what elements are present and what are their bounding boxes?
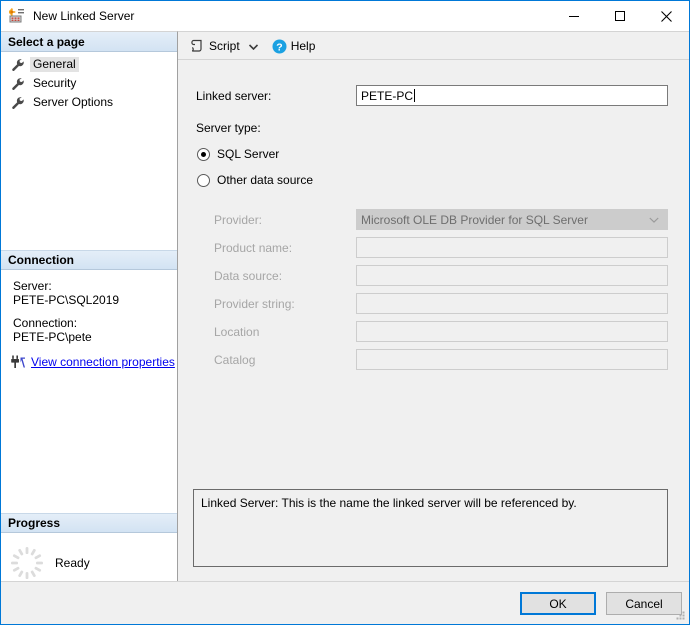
provider-string-input[interactable] [356, 293, 668, 314]
radio-indicator [197, 174, 210, 187]
server-value: PETE-PC\SQL2019 [13, 293, 177, 307]
script-button[interactable]: Script [186, 35, 244, 57]
server-label: Server: [13, 279, 177, 293]
progress-spinner-icon [9, 545, 45, 581]
radio-sql-server[interactable]: SQL Server [197, 145, 279, 163]
help-label: Help [291, 39, 316, 53]
radio-label: SQL Server [217, 147, 279, 161]
provider-value: Microsoft OLE DB Provider for SQL Server [361, 213, 588, 227]
catalog-label-row: Catalog [214, 349, 255, 370]
window-title: New Linked Server [33, 8, 134, 24]
chevron-down-icon [249, 39, 258, 53]
sidebar-item-label: General [30, 57, 79, 72]
text-caret [414, 89, 415, 102]
sidebar-item-label: Server Options [30, 95, 116, 110]
script-icon [190, 39, 204, 53]
product-name-input[interactable] [356, 237, 668, 258]
connection-value: PETE-PC\pete [13, 330, 177, 344]
maximize-button[interactable] [597, 1, 643, 31]
linked-server-icon [9, 8, 25, 24]
data-source-label: Data source: [214, 269, 282, 283]
sidebar-item-label: Security [30, 76, 79, 91]
wrench-icon [11, 77, 25, 91]
sidebar-spacer-top [1, 112, 177, 250]
general-page-form: Linked server: PETE-PC Server type: SQL … [178, 60, 689, 581]
wrench-icon [11, 58, 25, 72]
connection-label: Connection: [13, 316, 177, 330]
new-linked-server-dialog: New Linked Server Select a page [0, 0, 690, 625]
description-text: Linked Server: This is the name the link… [201, 496, 577, 510]
sidebar-spacer-bottom [1, 375, 177, 513]
wrench-icon [11, 96, 25, 110]
progress-header: Progress [1, 513, 177, 533]
provider-label: Provider: [214, 213, 262, 227]
sidebar-item-server-options[interactable]: Server Options [1, 93, 177, 112]
close-button[interactable] [643, 1, 689, 31]
provider-string-label-row: Provider string: [214, 293, 295, 314]
connection-info: Server: PETE-PC\SQL2019 Connection: PETE… [1, 270, 177, 375]
product-name-label-row: Product name: [214, 237, 292, 258]
view-connection-properties-row[interactable]: View connection properties [10, 355, 177, 369]
toolbar: Script ? Help [178, 32, 689, 60]
script-dropdown-button[interactable] [246, 36, 262, 56]
sidebar-item-general[interactable]: General [1, 55, 177, 74]
script-label: Script [209, 39, 240, 53]
chevron-down-icon [649, 210, 659, 229]
dialog-body: Select a page General [1, 31, 689, 581]
linked-server-value: PETE-PC [361, 89, 413, 103]
view-connection-properties-link[interactable]: View connection properties [31, 355, 175, 369]
location-input[interactable] [356, 321, 668, 342]
catalog-label: Catalog [214, 353, 255, 367]
connection-header: Connection [1, 250, 177, 270]
radio-indicator [197, 148, 210, 161]
content-pane: Script ? Help [178, 31, 689, 581]
progress-status: Ready [55, 556, 90, 570]
title-bar: New Linked Server [1, 1, 689, 31]
radio-label: Other data source [217, 173, 313, 187]
minimize-button[interactable] [551, 1, 597, 31]
page-list: General Security S [1, 52, 177, 112]
dialog-footer: OK Cancel [1, 581, 689, 624]
location-label: Location [214, 325, 259, 339]
catalog-input[interactable] [356, 349, 668, 370]
linked-server-label: Linked server: [196, 89, 271, 103]
provider-label-row: Provider: [214, 209, 262, 230]
sidebar-item-security[interactable]: Security [1, 74, 177, 93]
sidebar: Select a page General [1, 31, 178, 581]
server-type-label: Server type: [196, 121, 261, 135]
description-box: Linked Server: This is the name the link… [193, 489, 668, 567]
server-type-label-row: Server type: [196, 117, 261, 138]
help-circle-icon: ? [272, 39, 286, 53]
data-source-input[interactable] [356, 265, 668, 286]
plug-icon [10, 355, 26, 369]
resize-grip[interactable] [675, 610, 686, 621]
linked-server-input[interactable]: PETE-PC [356, 85, 668, 106]
window-controls [551, 1, 689, 31]
progress-info: Ready [1, 533, 177, 581]
location-label-row: Location [214, 321, 259, 342]
cancel-button[interactable]: Cancel [606, 592, 682, 615]
data-source-label-row: Data source: [214, 265, 282, 286]
radio-other-data-source[interactable]: Other data source [197, 171, 313, 189]
connection-info-gap [13, 307, 177, 316]
product-name-label: Product name: [214, 241, 292, 255]
svg-text:?: ? [276, 41, 282, 53]
linked-server-label-row: Linked server: [196, 85, 271, 106]
ok-button[interactable]: OK [520, 592, 596, 615]
help-button[interactable]: ? Help [268, 35, 320, 57]
select-page-header: Select a page [1, 32, 177, 52]
provider-select[interactable]: Microsoft OLE DB Provider for SQL Server [356, 209, 668, 230]
provider-string-label: Provider string: [214, 297, 295, 311]
